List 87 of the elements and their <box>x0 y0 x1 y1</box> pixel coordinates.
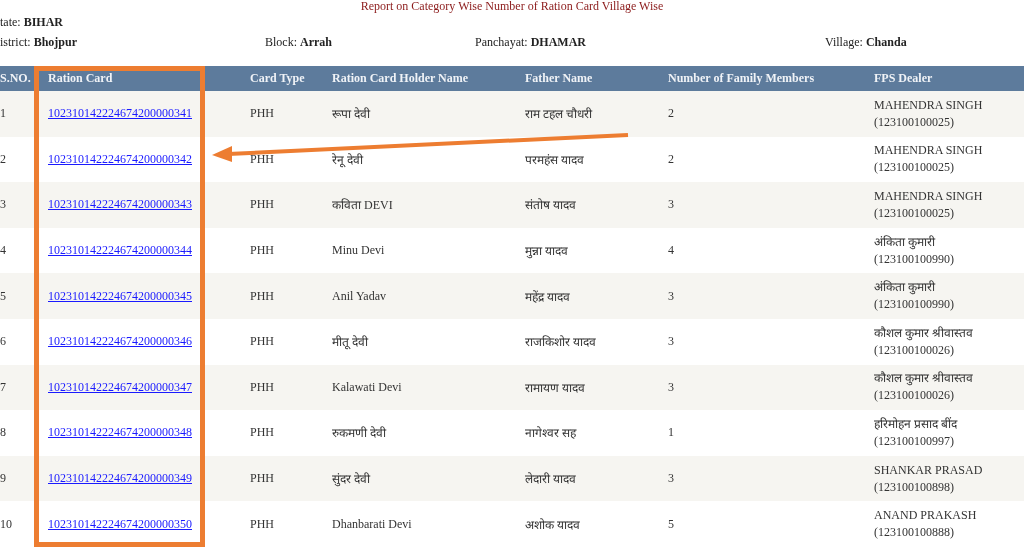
serial-number: 6 <box>0 334 6 350</box>
column-header: Card Type <box>240 66 322 91</box>
dealer-name: कौशल कुमार श्रीवास्तव <box>874 324 973 342</box>
dealer-code: (123100100888) <box>874 524 955 542</box>
card-type: PHH <box>250 106 274 122</box>
family-members: 2 <box>668 151 674 167</box>
ration-card-link[interactable]: 102310142224674200000346 <box>48 334 192 350</box>
dealer-name: अंकिता कुमारी <box>874 279 936 297</box>
dealer-name: MAHENDRA SINGH <box>874 142 983 160</box>
dealer-code: (123100100025) <box>874 159 955 177</box>
card-type: PHH <box>250 379 274 395</box>
dealer-name: अंकिता कुमारी <box>874 233 936 251</box>
card-type: PHH <box>250 288 274 304</box>
column-header: Ration Card Holder Name <box>322 66 515 91</box>
dealer-code: (123100100026) <box>874 341 955 359</box>
family-members: 3 <box>668 334 674 350</box>
dealer-code: (123100100990) <box>874 296 954 314</box>
holder-name: रूपा देवी <box>332 106 370 123</box>
holder-name: सुंदर देवी <box>332 471 370 488</box>
dealer-code: (123100100025) <box>874 205 955 222</box>
location-field: Block: Arrah <box>265 35 475 50</box>
father-name: राम टहल चौधरी <box>525 106 592 123</box>
family-members: 3 <box>668 471 674 487</box>
father-name: मुन्ना यादव <box>525 243 568 260</box>
family-members: 2 <box>668 106 674 122</box>
holder-name: Kalawati Devi <box>332 379 402 395</box>
serial-number: 7 <box>0 379 6 395</box>
holder-name: मीतू देवी <box>332 334 368 351</box>
family-members: 5 <box>668 516 674 532</box>
location-field: tate: BIHAR <box>0 15 265 30</box>
card-type: PHH <box>250 243 274 259</box>
father-name: लेदारी यादव <box>525 471 576 488</box>
location-field: Panchayat: DHAMAR <box>475 35 825 50</box>
holder-name: Dhanbarati Devi <box>332 516 412 532</box>
holder-name: कविता DEVI <box>332 197 393 214</box>
report-title: Report on Category Wise Number of Ration Card Village Wise <box>359 0 665 13</box>
serial-number: 1 <box>0 106 6 122</box>
ration-card-link[interactable]: 102310142224674200000350 <box>48 516 192 532</box>
dealer-code: (123100100898) <box>874 478 955 496</box>
serial-number: 5 <box>0 288 6 304</box>
father-name: अशोक यादव <box>525 516 580 533</box>
dealer-name: SHANKAR PRASAD <box>874 461 983 479</box>
dealer-name: ANAND PRAKASH <box>874 507 977 525</box>
column-header: Father Name <box>515 66 658 91</box>
card-type: PHH <box>250 197 274 213</box>
serial-number: 3 <box>0 197 6 213</box>
family-members: 3 <box>668 197 674 213</box>
column-header: S.NO. <box>0 66 34 91</box>
holder-name: रेनू देवी <box>332 151 363 168</box>
serial-number: 8 <box>0 425 6 441</box>
holder-name: Minu Devi <box>332 243 385 259</box>
card-type: PHH <box>250 151 274 167</box>
card-type: PHH <box>250 334 274 350</box>
father-name: परमहंस यादव <box>525 151 584 168</box>
family-members: 3 <box>668 379 674 395</box>
serial-number: 9 <box>0 471 6 487</box>
dealer-name: कौशल कुमार श्रीवास्तव <box>874 370 973 388</box>
holder-name: Anil Yadav <box>332 288 386 304</box>
dealer-code: (123100100026) <box>874 387 955 405</box>
father-name: महेंद्र यादव <box>525 288 570 305</box>
dealer-code: (123100100025) <box>874 113 955 131</box>
card-type: PHH <box>250 516 274 532</box>
ration-card-link[interactable]: 102310142224674200000344 <box>48 243 192 259</box>
dealer-name: हरिमोहन प्रसाद बींद <box>874 415 957 433</box>
ration-card-link[interactable]: 102310142224674200000342 <box>48 151 192 167</box>
card-type: PHH <box>250 471 274 487</box>
serial-number: 2 <box>0 151 6 167</box>
location-field: istrict: Bhojpur <box>0 35 265 50</box>
family-members: 3 <box>668 288 674 304</box>
column-header: FPS Dealer <box>862 66 1024 91</box>
card-type: PHH <box>250 425 274 441</box>
father-name: नागेश्वर सह <box>525 425 576 442</box>
location-field: Village: Chanda <box>825 35 1024 50</box>
dealer-code: (123100100990) <box>874 250 954 268</box>
serial-number: 4 <box>0 243 6 259</box>
family-members: 4 <box>668 243 674 259</box>
family-members: 1 <box>668 425 674 441</box>
holder-name: रुकमणी देवी <box>332 425 386 442</box>
father-name: संतोष यादव <box>525 197 576 214</box>
father-name: रामायण यादव <box>525 379 585 396</box>
serial-number: 10 <box>0 516 12 532</box>
father-name: राजकिशोर यादव <box>525 334 596 351</box>
dealer-name: MAHENDRA SINGH <box>874 188 983 205</box>
dealer-code: (123100100997) <box>874 432 955 450</box>
column-header: Number of Family Members <box>658 66 862 91</box>
dealer-name: MAHENDRA SINGH <box>874 96 983 114</box>
ration-card-link[interactable]: 102310142224674200000348 <box>48 425 192 441</box>
